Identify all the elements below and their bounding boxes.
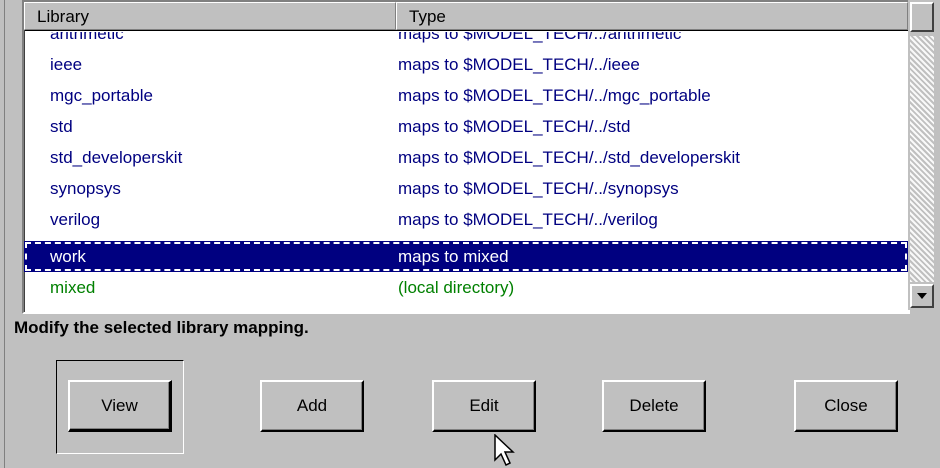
column-header-library[interactable]: Library xyxy=(24,2,396,30)
arrow-pointer-icon xyxy=(494,434,515,467)
list-item[interactable]: std maps to $MODEL_TECH/../std xyxy=(24,111,908,142)
library-type: maps to $MODEL_TECH/../arithmetic xyxy=(398,32,682,43)
chevron-down-icon[interactable] xyxy=(910,284,934,308)
list-item[interactable]: mixed (local directory) xyxy=(24,272,908,303)
library-name: std xyxy=(50,117,73,136)
view-button[interactable]: View xyxy=(68,380,172,432)
library-type: maps to $MODEL_TECH/../ieee xyxy=(398,55,640,74)
list-rows: arithmetic maps to $MODEL_TECH/../arithm… xyxy=(24,32,908,312)
close-button[interactable]: Close xyxy=(794,380,898,432)
library-name: mixed xyxy=(50,278,96,297)
library-name: mgc_portable xyxy=(50,86,154,105)
library-name: verilog xyxy=(50,210,101,229)
library-type: maps to mixed xyxy=(398,247,509,266)
library-name: ieee xyxy=(50,55,83,74)
library-type: maps to $MODEL_TECH/../synopsys xyxy=(398,179,679,198)
add-button[interactable]: Add xyxy=(260,380,364,432)
library-name: arithmetic xyxy=(50,32,124,43)
library-type: (local directory) xyxy=(398,278,515,297)
library-name: synopsys xyxy=(50,179,121,198)
scroll-thumb[interactable] xyxy=(910,2,934,32)
list-item[interactable]: arithmetic maps to $MODEL_TECH/../arithm… xyxy=(24,32,908,49)
status-message: Modify the selected library mapping. xyxy=(14,318,309,337)
library-name: work xyxy=(50,247,86,266)
list-item[interactable]: verilog maps to $MODEL_TECH/../verilog xyxy=(24,204,908,235)
list-item[interactable]: synopsys maps to $MODEL_TECH/../synopsys xyxy=(24,173,908,204)
list-item[interactable]: mgc_portable maps to $MODEL_TECH/../mgc_… xyxy=(24,80,908,111)
library-type: maps to $MODEL_TECH/../mgc_portable xyxy=(398,86,711,105)
list-header: Library Type xyxy=(24,2,908,32)
library-type: maps to $MODEL_TECH/../std xyxy=(398,117,631,136)
column-header-type[interactable]: Type xyxy=(396,2,908,30)
library-type: maps to $MODEL_TECH/../std_developerskit xyxy=(398,148,741,167)
library-list[interactable]: Library Type arithmetic maps to $MODEL_T… xyxy=(22,0,910,314)
window-edge xyxy=(0,0,5,468)
scroll-track[interactable] xyxy=(910,36,934,282)
list-item[interactable]: std_developerskit maps to $MODEL_TECH/..… xyxy=(24,142,908,173)
delete-button[interactable]: Delete xyxy=(602,380,706,432)
library-type: maps to $MODEL_TECH/../verilog xyxy=(398,210,658,229)
list-item-selected[interactable]: work maps to mixed xyxy=(24,241,908,272)
edit-button[interactable]: Edit xyxy=(432,380,536,432)
vertical-scrollbar[interactable] xyxy=(908,0,934,310)
list-item[interactable]: ieee maps to $MODEL_TECH/../ieee xyxy=(24,49,908,80)
library-name: std_developerskit xyxy=(50,148,183,167)
